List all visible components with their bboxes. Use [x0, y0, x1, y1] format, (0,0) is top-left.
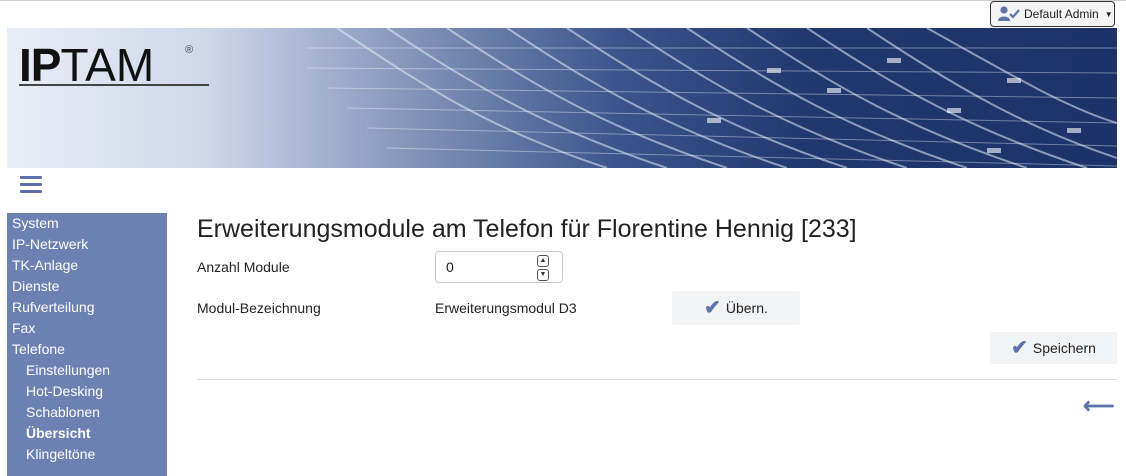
user-check-icon	[998, 6, 1020, 21]
iptam-logo: IPTAM	[19, 39, 155, 91]
sidebar-item-schablonen[interactable]: Schablonen	[7, 402, 167, 423]
sidebar-item-rufverteilung[interactable]: Rufverteilung	[7, 297, 167, 318]
check-icon: ✔	[1011, 337, 1028, 359]
hamburger-icon	[20, 176, 42, 179]
chevron-down-icon: ▼	[1104, 9, 1113, 19]
module-name-label: Modul-Bezeichnung	[197, 300, 321, 316]
user-menu-button[interactable]: Default Admin ▼	[990, 1, 1115, 27]
sidebar-item-tk-anlage[interactable]: TK-Anlage	[7, 255, 167, 276]
module-count-value: 0	[446, 259, 454, 275]
sidebar-item-ip-netzwerk[interactable]: IP-Netzwerk	[7, 234, 167, 255]
sidebar-item-klingeltoene[interactable]: Klingeltöne	[7, 444, 167, 465]
top-border	[0, 0, 1126, 1]
check-icon: ✔	[704, 297, 721, 319]
sidebar-item-uebersicht[interactable]: Übersicht	[7, 423, 167, 444]
logo-underline	[19, 84, 209, 86]
module-name-value: Erweiterungsmodul D3	[435, 300, 577, 316]
sidebar: System IP-Netzwerk TK-Anlage Dienste Ruf…	[7, 213, 167, 476]
sidebar-item-dienste[interactable]: Dienste	[7, 276, 167, 297]
spin-up-icon[interactable]: ▲	[537, 255, 549, 267]
number-spinner[interactable]: ▲ ▼	[537, 255, 549, 283]
module-count-input[interactable]: 0 ▲ ▼	[435, 251, 563, 283]
apply-button[interactable]: ✔ Übern.	[672, 291, 800, 325]
registered-mark: ®	[185, 44, 194, 56]
module-count-label: Anzahl Module	[197, 259, 290, 275]
user-name: Default Admin	[1024, 7, 1099, 21]
divider	[197, 379, 1117, 380]
menu-toggle-button[interactable]	[20, 176, 42, 194]
sidebar-item-einstellungen[interactable]: Einstellungen	[7, 360, 167, 381]
banner-pattern	[306, 28, 1117, 168]
sidebar-item-hot-desking[interactable]: Hot-Desking	[7, 381, 167, 402]
header-banner: IPTAM ®	[7, 28, 1117, 168]
sidebar-item-fax[interactable]: Fax	[7, 318, 167, 339]
save-button[interactable]: ✔ Speichern	[990, 332, 1117, 364]
sidebar-item-system[interactable]: System	[7, 213, 167, 234]
back-arrow-icon[interactable]: ⟵	[1083, 393, 1115, 419]
sidebar-item-telefone[interactable]: Telefone	[7, 339, 167, 360]
page-title: Erweiterungsmodule am Telefon für Floren…	[197, 215, 857, 243]
spin-down-icon[interactable]: ▼	[537, 269, 549, 281]
